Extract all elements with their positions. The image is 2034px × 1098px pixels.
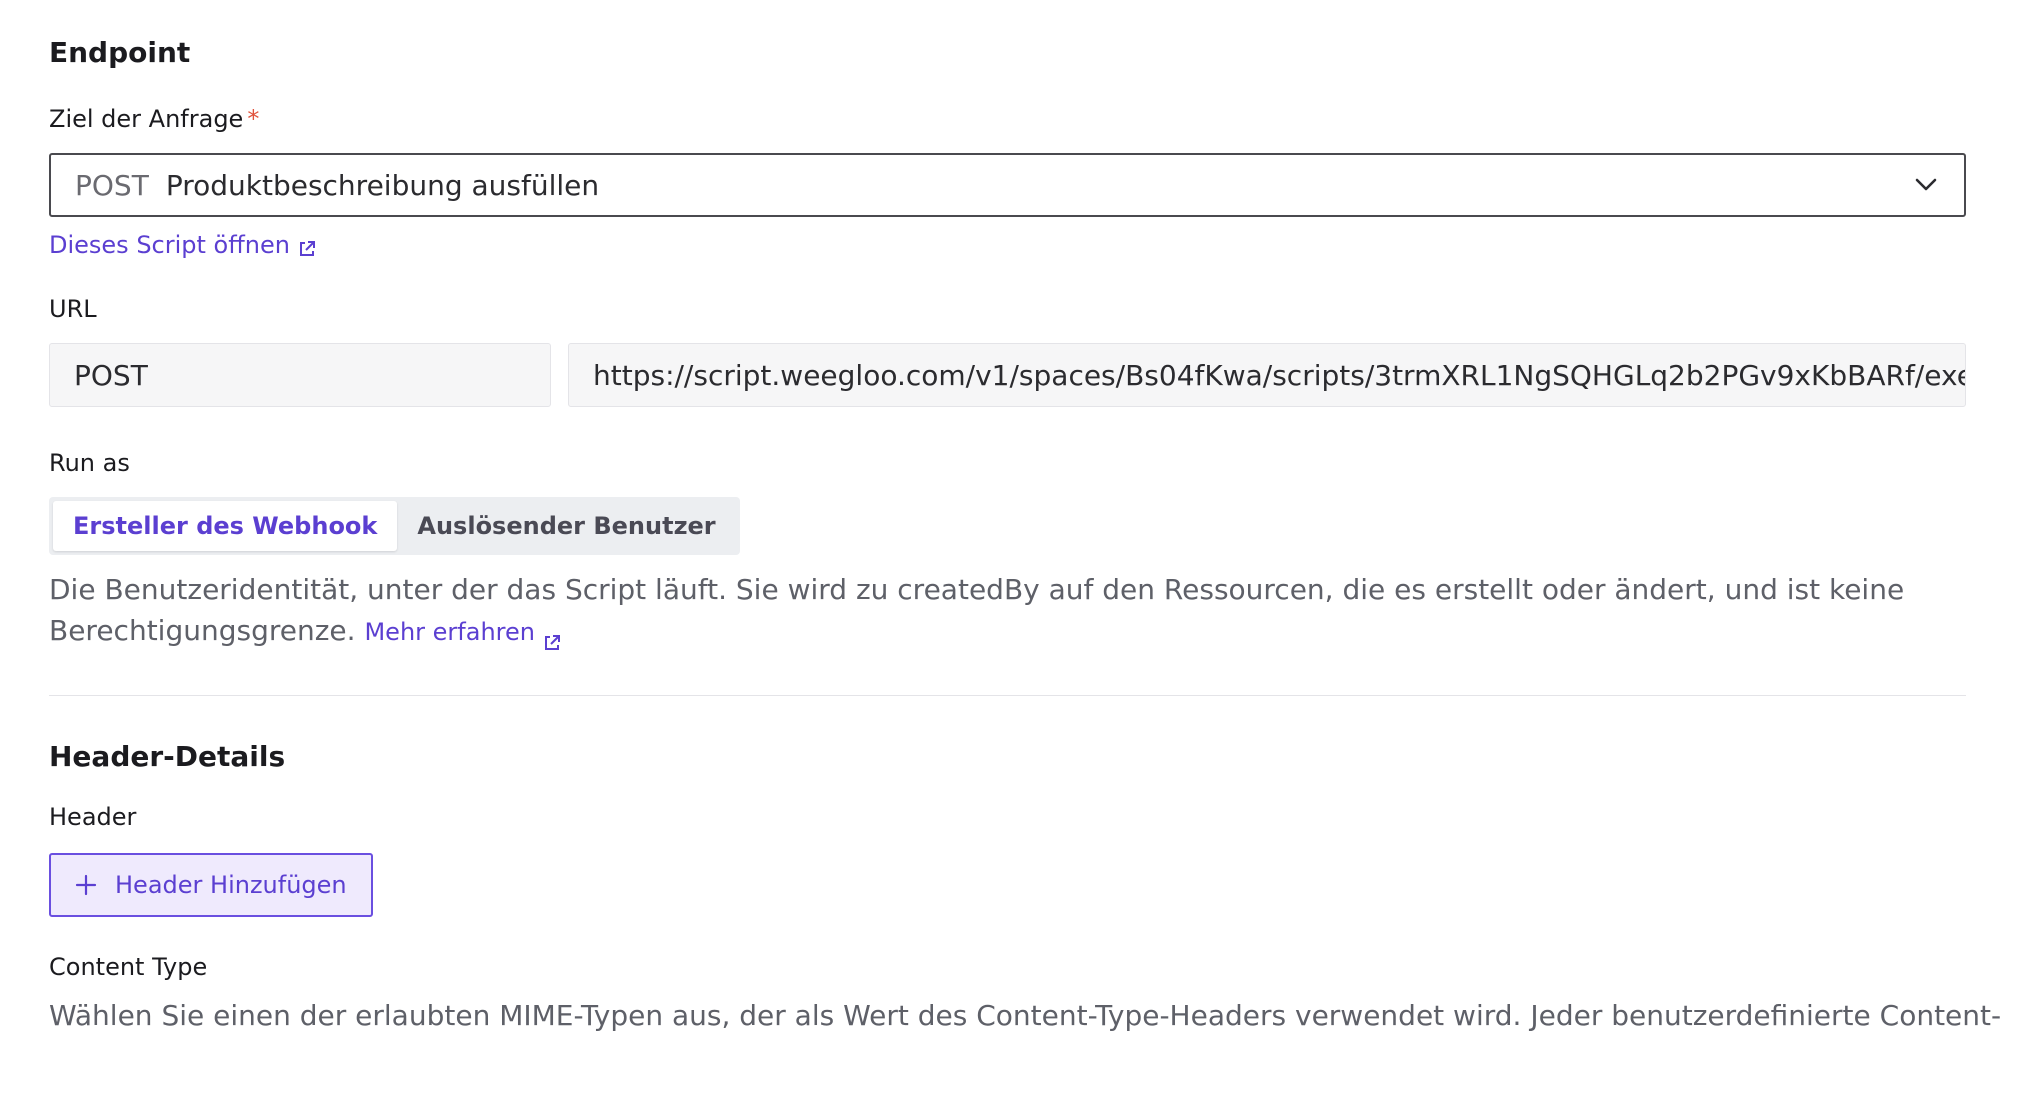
run-as-help-text: Die Benutzeridentität, unter der das Scr… [49,573,1905,647]
target-select[interactable]: POST Produktbeschreibung ausfüllen [49,153,1966,217]
target-field: Ziel der Anfrage * POST Produktbeschreibu… [49,105,1966,259]
content-type-field: Content Type Wählen Sie einen der erlaub… [49,953,2002,1036]
url-value-field[interactable]: https://script.weegloo.com/v1/spaces/Bs0… [568,343,1966,407]
settings-column: Endpoint Ziel der Anfrage * POST Produktb… [49,0,2002,1036]
open-script-link-text: Dieses Script öffnen [49,231,290,259]
content-type-label: Content Type [49,953,208,981]
run-as-label: Run as [49,449,130,477]
header-label: Header [49,803,137,831]
plus-icon [75,874,97,896]
target-value: Produktbeschreibung ausfüllen [165,168,600,202]
learn-more-link-text: Mehr erfahren [364,618,535,646]
required-asterisk: * [247,105,260,133]
header-details-title: Header-Details [49,740,286,773]
url-label: URL [49,295,97,323]
url-field: URL POST https://script.weegloo.com/v1/s… [49,295,1966,407]
webhook-settings-page: Endpoint Ziel der Anfrage * POST Produktb… [0,0,2034,1098]
run-as-option-creator[interactable]: Ersteller des Webhook [53,501,398,551]
target-label: Ziel der Anfrage * [49,105,1966,133]
run-as-field: Run as Ersteller des Webhook Auslösender… [49,449,1966,653]
target-method: POST [75,168,149,202]
section-divider [49,695,1966,696]
chevron-down-icon [1912,171,1940,199]
add-header-button[interactable]: Header Hinzufügen [49,853,373,917]
url-method-field: POST [49,343,551,407]
endpoint-section-title: Endpoint [49,36,191,69]
add-header-button-label: Header Hinzufügen [115,871,347,899]
target-label-text: Ziel der Anfrage [49,105,244,133]
url-row: POST https://script.weegloo.com/v1/space… [49,343,1966,407]
learn-more-link[interactable]: Mehr erfahren [364,612,561,653]
open-script-link[interactable]: Dieses Script öffnen [49,231,316,259]
content-type-help: Wählen Sie einen der erlaubten MIME-Type… [49,999,2002,1032]
run-as-toggle: Ersteller des Webhook Auslösender Benutz… [49,497,740,555]
header-field: Header Header Hinzufügen [49,803,1966,917]
run-as-help: Die Benutzeridentität, unter der das Scr… [49,569,1966,653]
external-link-icon [543,624,561,650]
external-link-icon [298,236,316,256]
run-as-option-triggering-user[interactable]: Auslösender Benutzer [397,501,735,551]
